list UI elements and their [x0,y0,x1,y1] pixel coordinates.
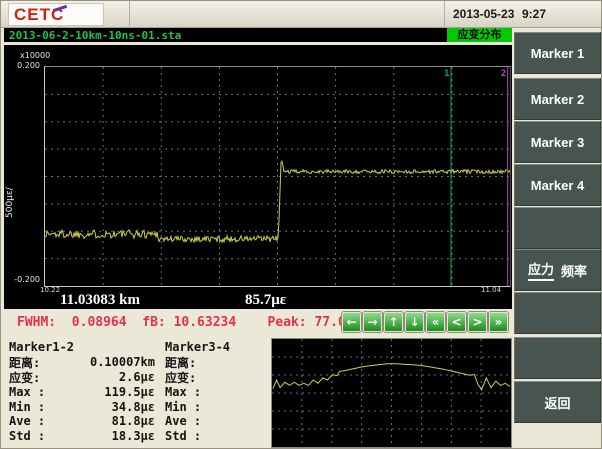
table-row-label: Ave : [9,414,57,428]
double-chevron-right-icon: » [495,315,503,329]
date-display: 2013-05-23 [453,7,514,21]
cursor-navigation-buttons: ← → ↑ ↓ « < > » [342,312,512,334]
table-row-label: Ave : [161,414,209,428]
fwhm-label: FWHM: [17,315,56,330]
arrow-right-button[interactable]: → [363,312,382,332]
separator [4,42,512,45]
fast-right-button[interactable]: » [489,312,508,332]
file-bar: 2013-06-2-10km-10ns-01.sta 应变分布 [4,28,512,42]
arrow-down-icon: ↓ [409,315,419,329]
fb-value: 10.63234 [174,315,237,330]
peak-label: Peak: [268,315,307,330]
y-scale-multiplier-label: x10000 [20,51,50,60]
spectrum-detail-svg [272,339,511,447]
time-display: 9:27 [522,7,546,21]
instrument-screen: CETC 2013-05-23 9:27 2013-06-2-10km-10ns… [0,0,602,449]
table-row-label: Std : [9,429,57,443]
marker-1-label: Marker 1 [531,46,584,61]
table-row-label: Min : [161,400,209,414]
cursor-distance-value: 11.03083 km [60,292,140,309]
svg-text:2: 2 [501,69,506,79]
frequency-label: 频率 [561,261,587,280]
stress-label: 应力 [528,259,554,281]
arrow-up-button[interactable]: ↑ [384,312,403,332]
arrow-down-button[interactable]: ↓ [405,312,424,332]
marker-3-button[interactable]: Marker 3 [514,121,601,163]
marker12-strain-value: 2.6με [57,370,161,384]
blank-softkey-button[interactable] [514,337,601,379]
y-axis-min-label: -0.200 [8,275,40,284]
table-row-label: Max : [9,385,57,399]
marker-2-label: Marker 2 [531,92,584,107]
marker12-distance-value: 0.10007km [57,355,161,369]
title-bar: CETC 2013-05-23 9:27 [1,1,602,28]
marker12-min-value: 34.8με [57,400,161,414]
table-row-label: Std : [161,429,209,443]
fb-label: fB: [142,315,165,330]
stress-frequency-toggle-button[interactable]: 应力 频率 [514,249,601,291]
arrow-left-button[interactable]: ← [342,312,361,332]
mode-badge: 应变分布 [447,28,512,42]
table-row-label: 应变: [9,369,57,386]
blank-softkey-button[interactable] [514,207,601,249]
table-row-label: Max : [161,385,209,399]
y-axis-max-label: 0.200 [8,61,40,70]
marker12-header: Marker1-2 [9,340,161,354]
marker-statistics-table: Marker1-2 Marker3-4 距离: 0.10007km 距离: 应变… [9,340,269,444]
arrow-up-icon: ↑ [388,315,398,329]
back-button[interactable]: 返回 [514,381,601,423]
y-axis-unit-label: 500με/ [5,148,15,218]
topbar-divider [129,1,130,27]
marker34-header: Marker3-4 [161,340,265,354]
step-left-button[interactable]: < [447,312,466,332]
double-chevron-left-icon: « [432,315,440,329]
svg-text:1: 1 [444,69,449,79]
chevron-left-icon: < [451,315,461,329]
fast-left-button[interactable]: « [426,312,445,332]
marker12-max-value: 119.5με [57,385,161,399]
table-row-label: Min : [9,400,57,414]
marker-3-label: Marker 3 [531,135,584,150]
topbar-divider [444,1,445,27]
marker12-ave-value: 81.8με [57,414,161,428]
arrow-left-icon: ← [346,315,356,329]
fwhm-value: 0.08964 [72,315,127,330]
marker12-std-value: 18.3με [57,429,161,443]
fwhm-readout: FWHM: 0.08964 fB: 10.63234 Peak: 77.0916… [17,315,377,330]
strain-trace-plot[interactable]: 12 [44,66,511,287]
cursor-readout: 11.03083 km 85.7με [4,292,509,309]
main-display-area: 2013-06-2-10km-10ns-01.sta 应变分布 x10000 0… [4,28,512,309]
table-row-label: 应变: [161,369,209,386]
marker-4-button[interactable]: Marker 4 [514,164,601,206]
cetc-logo: CETC [8,3,104,26]
marker-4-label: Marker 4 [531,178,584,193]
arrow-right-icon: → [367,315,377,329]
loaded-filename: 2013-06-2-10km-10ns-01.sta [9,29,181,42]
spectrum-detail-plot [271,338,512,448]
marker-2-button[interactable]: Marker 2 [514,78,601,120]
back-label: 返回 [544,393,570,412]
chevron-right-icon: > [472,315,482,329]
measurement-bar: FWHM: 0.08964 fB: 10.63234 Peak: 77.0916… [4,309,512,337]
blank-softkey-button[interactable] [514,292,601,334]
cursor-strain-value: 85.7με [245,292,286,309]
strain-trace-svg[interactable]: 12 [45,67,510,286]
marker-1-button[interactable]: Marker 1 [514,32,601,74]
step-right-button[interactable]: > [468,312,487,332]
